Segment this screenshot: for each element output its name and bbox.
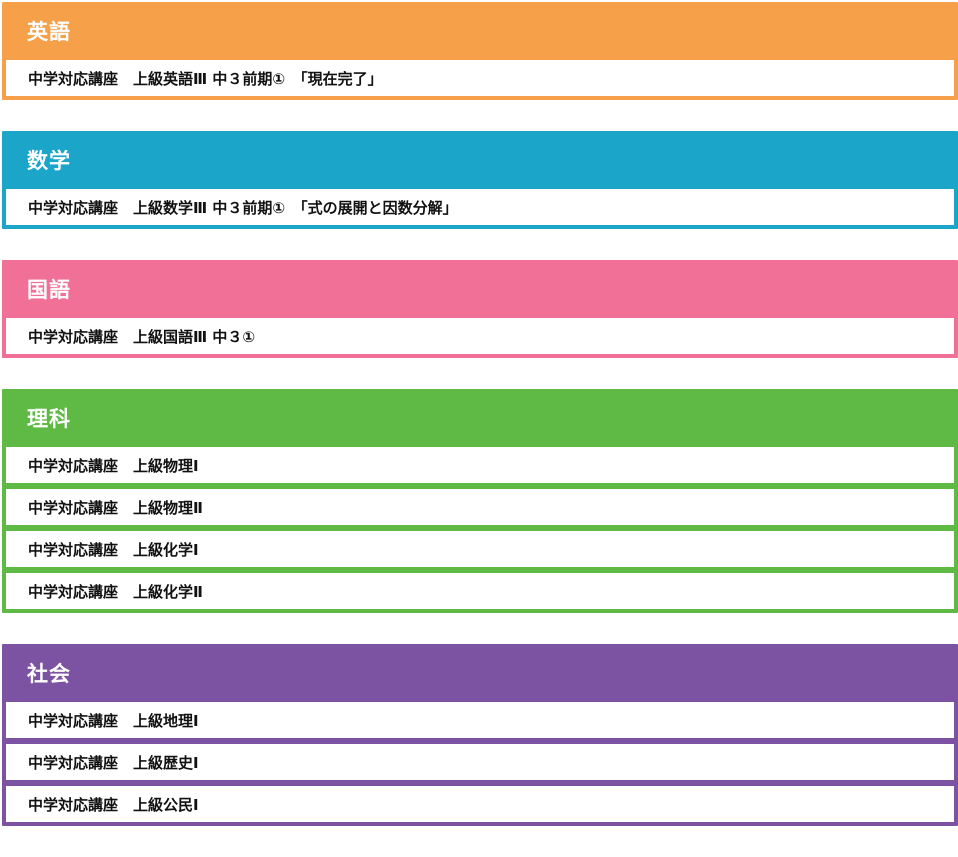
subject-title: 数学 (27, 149, 71, 173)
subject-title: 国語 (27, 278, 71, 302)
course-link-item[interactable]: 中学対応講座 上級化学Ⅰ (6, 531, 954, 567)
subject-title: 社会 (27, 662, 71, 686)
course-items-japanese: 中学対応講座 上級国語Ⅲ 中３① (2, 318, 958, 358)
course-link-label[interactable]: 中学対応講座 上級英語Ⅲ 中３前期① 「現在完了」 (28, 68, 383, 89)
course-link-label[interactable]: 中学対応講座 上級国語Ⅲ 中３① (28, 326, 255, 347)
subject-header-japanese: 国語 (2, 260, 958, 318)
course-items-math: 中学対応講座 上級数学Ⅲ 中３前期① 「式の展開と因数分解」 (2, 189, 958, 229)
course-items-english: 中学対応講座 上級英語Ⅲ 中３前期① 「現在完了」 (2, 60, 958, 100)
subject-header-science: 理科 (2, 389, 958, 447)
course-link-item[interactable]: 中学対応講座 上級物理Ⅰ (6, 447, 954, 483)
subject-header-english: 英語 (2, 2, 958, 60)
course-link-label[interactable]: 中学対応講座 上級化学Ⅱ (28, 581, 203, 602)
course-link-label[interactable]: 中学対応講座 上級物理Ⅰ (28, 455, 199, 476)
subject-header-math: 数学 (2, 131, 958, 189)
subject-section-science: 理科 中学対応講座 上級物理Ⅰ 中学対応講座 上級物理Ⅱ 中学対応講座 上級化学Ⅰ 中学… (2, 389, 958, 613)
course-link-item[interactable]: 中学対応講座 上級国語Ⅲ 中３① (6, 318, 954, 354)
subject-title: 理科 (27, 407, 71, 431)
course-link-item[interactable]: 中学対応講座 上級物理Ⅱ (6, 489, 954, 525)
course-link-item[interactable]: 中学対応講座 上級数学Ⅲ 中３前期① 「式の展開と因数分解」 (6, 189, 954, 225)
course-link-label[interactable]: 中学対応講座 上級公民Ⅰ (28, 794, 199, 815)
course-link-item[interactable]: 中学対応講座 上級歴史Ⅰ (6, 744, 954, 780)
course-link-label[interactable]: 中学対応講座 上級歴史Ⅰ (28, 752, 199, 773)
course-list: 英語中学対応講座 上級英語Ⅲ 中３前期① 「現在完了」 数学中学対応講座 上級数学… (2, 2, 958, 857)
course-link-item[interactable]: 中学対応講座 上級英語Ⅲ 中３前期① 「現在完了」 (6, 60, 954, 96)
course-link-label[interactable]: 中学対応講座 上級数学Ⅲ 中３前期① 「式の展開と因数分解」 (28, 197, 458, 218)
subject-section-social: 社会中学対応講座 上級地理Ⅰ 中学対応講座 上級歴史Ⅰ 中学対応講座 上級公民Ⅰ (2, 644, 958, 826)
course-items-science: 中学対応講座 上級物理Ⅰ 中学対応講座 上級物理Ⅱ 中学対応講座 上級化学Ⅰ 中学対応… (2, 447, 958, 613)
subject-header-social: 社会 (2, 644, 958, 702)
course-link-item[interactable]: 中学対応講座 上級化学Ⅱ (6, 573, 954, 609)
course-link-label[interactable]: 中学対応講座 上級化学Ⅰ (28, 539, 199, 560)
subject-title: 英語 (27, 20, 71, 44)
subject-section-japanese: 国語中学対応講座 上級国語Ⅲ 中３① (2, 260, 958, 358)
course-link-label[interactable]: 中学対応講座 上級地理Ⅰ (28, 710, 199, 731)
course-link-item[interactable]: 中学対応講座 上級公民Ⅰ (6, 786, 954, 822)
subject-section-english: 英語中学対応講座 上級英語Ⅲ 中３前期① 「現在完了」 (2, 2, 958, 100)
course-items-social: 中学対応講座 上級地理Ⅰ 中学対応講座 上級歴史Ⅰ 中学対応講座 上級公民Ⅰ (2, 702, 958, 826)
course-link-label[interactable]: 中学対応講座 上級物理Ⅱ (28, 497, 203, 518)
course-link-item[interactable]: 中学対応講座 上級地理Ⅰ (6, 702, 954, 738)
subject-section-math: 数学中学対応講座 上級数学Ⅲ 中３前期① 「式の展開と因数分解」 (2, 131, 958, 229)
